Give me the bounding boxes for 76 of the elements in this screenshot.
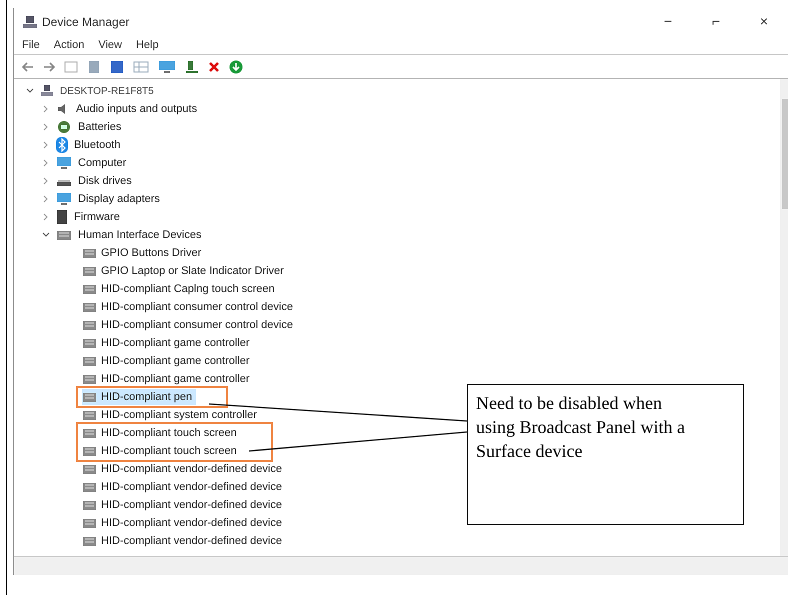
chevron-right-icon[interactable] (42, 213, 50, 221)
bluetooth-icon (56, 137, 68, 153)
forward-arrow-icon[interactable] (43, 62, 55, 72)
chevron-right-icon[interactable] (42, 177, 50, 185)
hid-device-icon (82, 372, 97, 386)
chip-icon (56, 209, 68, 225)
close-button[interactable]: × (742, 10, 786, 34)
hid-device-icon (82, 318, 97, 332)
hid-device-icon (82, 516, 97, 530)
tree-item[interactable]: HID-compliant vendor-defined device (82, 461, 286, 477)
tree-item[interactable]: HID-compliant game controller (82, 353, 254, 369)
download-icon[interactable] (229, 60, 243, 74)
monitor-icon (56, 192, 72, 206)
window-title: Device Manager (42, 14, 130, 31)
hid-device-icon (82, 354, 97, 368)
tree-item[interactable]: HID-compliant vendor-defined device (82, 533, 286, 549)
tree-item[interactable]: Human Interface Devices (78, 226, 202, 244)
chevron-right-icon[interactable] (42, 123, 50, 131)
hid-device-icon (82, 462, 97, 476)
tree-item[interactable]: HID-compliant touch screen (82, 443, 241, 459)
tree-item[interactable]: HID-compliant system controller (82, 407, 261, 423)
tree-item[interactable]: Bluetooth (74, 136, 120, 154)
tree-item[interactable]: HID-compliant consumer control device (82, 299, 297, 315)
hid-device-icon (82, 480, 97, 494)
tree-item[interactable]: HID-compliant touch screen (82, 425, 241, 441)
hid-device-icon (82, 336, 97, 350)
grid-icon[interactable] (133, 60, 149, 73)
hid-device-icon (82, 282, 97, 296)
menu-item[interactable]: View (98, 36, 122, 54)
tree-item[interactable]: HID-compliant game controller (82, 371, 254, 387)
tree-item[interactable]: DESKTOP-RE1F8T5 (60, 84, 154, 98)
monitor-icon (56, 156, 72, 170)
tree-item[interactable]: Computer (78, 154, 126, 172)
chevron-down-icon[interactable] (26, 87, 34, 95)
menu-item[interactable]: File (22, 36, 40, 54)
tree-item[interactable]: GPIO Laptop or Slate Indicator Driver (82, 263, 288, 279)
restore-button[interactable]: ⌐ (694, 10, 738, 34)
hid-device-icon (82, 246, 97, 260)
menu-item[interactable]: Help (136, 36, 159, 54)
computer-icon (40, 84, 54, 98)
minimize-button[interactable]: − (646, 10, 690, 34)
tree-item[interactable]: GPIO Buttons Driver (82, 245, 206, 261)
hid-device-icon (82, 300, 97, 314)
hid-device-icon (82, 264, 97, 278)
tree-item[interactable]: HID-compliant consumer control device (82, 317, 297, 333)
hid-device-icon (82, 498, 97, 512)
hid-device-icon (82, 444, 97, 458)
callout-text: Need to be disabled when using Broadcast Panel with a Surface device (476, 392, 686, 463)
tree-item[interactable]: HID-compliant vendor-defined device (82, 515, 286, 531)
monitor-icon[interactable] (158, 60, 176, 74)
tree-item[interactable]: HID-compliant pen (82, 389, 196, 405)
hid-device-icon (82, 390, 97, 404)
menu-item[interactable]: Action (54, 36, 84, 54)
tree-item[interactable]: Firmware (74, 208, 120, 226)
tree-item[interactable]: HID-compliant vendor-defined device (82, 497, 286, 513)
tree-item[interactable]: HID-compliant Caplng touch screen (82, 281, 279, 297)
hid-device-icon (56, 228, 72, 242)
battery-icon (56, 120, 72, 134)
hid-device-icon (82, 408, 97, 422)
chevron-right-icon[interactable] (42, 105, 50, 113)
computer-icon (22, 14, 38, 29)
tree-item[interactable]: Audio inputs and outputs (76, 100, 198, 118)
hid-device-icon (82, 426, 97, 440)
tree-item[interactable]: Batteries (78, 118, 122, 136)
cross-icon[interactable] (208, 60, 220, 73)
tree-item[interactable]: HID-compliant vendor-defined device (82, 479, 286, 495)
back-arrow-icon[interactable] (22, 62, 34, 72)
tree-item[interactable]: Disk drives (78, 172, 132, 190)
hid-device-icon (82, 534, 97, 548)
tree-item[interactable]: Display adapters (78, 190, 160, 208)
chevron-right-icon[interactable] (42, 195, 50, 203)
chevron-right-icon[interactable] (42, 159, 50, 167)
panel-icon[interactable] (64, 60, 78, 73)
chevron-right-icon[interactable] (42, 141, 50, 149)
chevron-down-icon[interactable] (42, 231, 50, 239)
tree-item[interactable]: HID-compliant game controller (82, 335, 254, 351)
